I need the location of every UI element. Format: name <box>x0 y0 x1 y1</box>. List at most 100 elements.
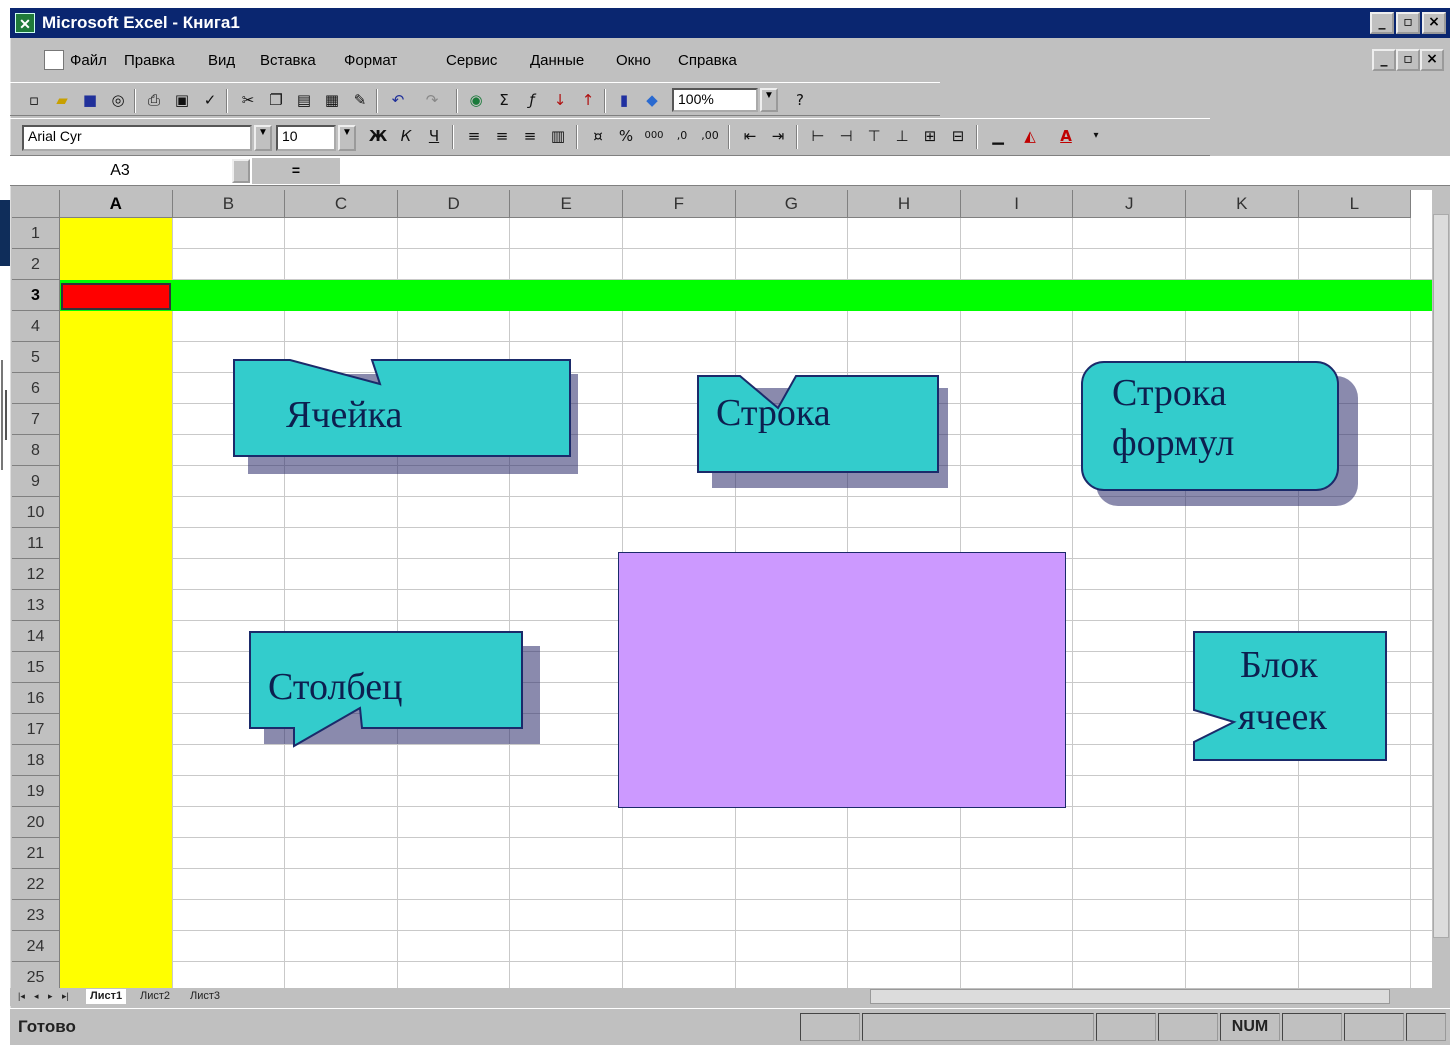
row-header-6[interactable]: 6 <box>12 373 60 404</box>
underline-icon[interactable]: Ч <box>424 126 444 146</box>
column-header-d[interactable]: D <box>397 190 511 218</box>
italic-icon[interactable]: К <box>396 126 416 146</box>
row-header-14[interactable]: 14 <box>12 621 60 652</box>
maximize-window-button[interactable]: ▫ <box>1396 12 1420 34</box>
close-document-button[interactable]: × <box>1420 49 1444 71</box>
chart-wizard-icon[interactable]: ▮ <box>614 90 634 110</box>
help-icon[interactable]: ? <box>790 90 810 110</box>
row-header-4[interactable]: 4 <box>12 311 60 342</box>
percent-icon[interactable]: % <box>616 126 636 146</box>
function-icon[interactable]: ƒ <box>522 90 542 110</box>
circle-invalid-icon[interactable]: ⊟ <box>948 126 968 146</box>
tab-scroll-first-icon[interactable]: |◂ <box>14 989 29 1004</box>
row-header-17[interactable]: 17 <box>12 714 60 745</box>
zoom-dropdown-arrow[interactable]: ▼ <box>760 88 778 112</box>
vertical-scroll-track[interactable] <box>1433 214 1449 938</box>
menu-data[interactable]: Данные <box>530 52 584 69</box>
autosum-icon[interactable]: Σ <box>494 90 514 110</box>
increase-indent-icon[interactable]: ⇥ <box>768 126 788 146</box>
row-header-12[interactable]: 12 <box>12 559 60 590</box>
print-preview-icon[interactable]: ▣ <box>172 90 192 110</box>
redo-icon[interactable]: ↷ <box>422 90 442 110</box>
row-header-2[interactable]: 2 <box>12 249 60 280</box>
tab-scroll-prev-icon[interactable]: ◂ <box>30 989 43 1004</box>
print-icon[interactable]: ⎙ <box>144 90 164 110</box>
align-center-icon[interactable]: ≡ <box>492 126 512 146</box>
trace-error-icon[interactable]: ⊥ <box>892 126 912 146</box>
column-header-c[interactable]: C <box>285 190 398 218</box>
share-icon[interactable]: ◎ <box>108 90 128 110</box>
save-icon[interactable]: ■ <box>80 90 100 110</box>
font-name-combo[interactable]: Arial Cyr <box>22 125 252 151</box>
font-name-dropdown-arrow[interactable]: ▼ <box>254 125 272 151</box>
sort-ascending-icon[interactable]: ↓ <box>550 90 570 110</box>
format-painter-icon[interactable]: ✎ <box>350 90 370 110</box>
decrease-decimal-icon[interactable]: ,00 <box>700 126 720 146</box>
row-header-5[interactable]: 5 <box>12 342 60 373</box>
column-header-h[interactable]: H <box>848 190 961 218</box>
remove-arrows-icon[interactable]: ⊤ <box>864 126 884 146</box>
row-header-11[interactable]: 11 <box>12 528 60 559</box>
column-header-b[interactable]: B <box>172 190 286 218</box>
row-header-23[interactable]: 23 <box>12 900 60 931</box>
row-header-22[interactable]: 22 <box>12 869 60 900</box>
excel-app-icon[interactable]: ✕ <box>15 13 35 33</box>
row-header-25[interactable]: 25 <box>12 962 60 990</box>
worksheet-grid[interactable]: ABCDEFGHIJKL 1 2 3 4 5 6 7 8 9 10 11 12 13 14 15 16 17 18… <box>12 190 1432 990</box>
menu-tools[interactable]: Сервис <box>446 52 497 69</box>
font-size-dropdown-arrow[interactable]: ▼ <box>338 125 356 151</box>
decrease-indent-icon[interactable]: ⇤ <box>740 126 760 146</box>
fill-color-icon[interactable]: ◭ <box>1020 126 1040 146</box>
paste-special-icon[interactable]: ▦ <box>322 90 342 110</box>
column-header-j[interactable]: J <box>1073 190 1186 218</box>
align-right-icon[interactable]: ≡ <box>520 126 540 146</box>
row-header-15[interactable]: 15 <box>12 652 60 683</box>
row-header-13[interactable]: 13 <box>12 590 60 621</box>
edit-formula-button[interactable]: = <box>252 158 340 184</box>
close-window-button[interactable]: × <box>1422 12 1446 34</box>
minimize-document-button[interactable]: _ <box>1372 49 1396 71</box>
vertical-scrollbar[interactable] <box>1432 190 1450 990</box>
menu-format[interactable]: Формат <box>344 52 397 69</box>
row-header-10[interactable]: 10 <box>12 497 60 528</box>
row-header-21[interactable]: 21 <box>12 838 60 869</box>
trace-dependents-icon[interactable]: ⊣ <box>836 126 856 146</box>
bold-icon[interactable]: Ж <box>368 126 388 146</box>
column-header-f[interactable]: F <box>623 190 736 218</box>
horizontal-scrollbar[interactable] <box>870 989 1390 1004</box>
menu-insert[interactable]: Вставка <box>260 52 316 69</box>
column-header-e[interactable]: E <box>510 190 623 218</box>
row-header-19[interactable]: 19 <box>12 776 60 807</box>
menu-file[interactable]: Файл <box>70 52 107 69</box>
trace-precedents-icon[interactable]: ⊢ <box>808 126 828 146</box>
paste-icon[interactable]: ▤ <box>294 90 314 110</box>
zoom-combo[interactable]: 100% <box>672 88 758 112</box>
minimize-window-button[interactable]: _ <box>1370 12 1394 34</box>
font-color-dropdown-icon[interactable]: ▾ <box>1086 126 1106 146</box>
menu-help[interactable]: Справка <box>678 52 737 69</box>
menu-window[interactable]: Окно <box>616 52 651 69</box>
borders-icon[interactable]: ▁ <box>988 126 1008 146</box>
sort-descending-icon[interactable]: ↑ <box>578 90 598 110</box>
copy-icon[interactable]: ❐ <box>266 90 286 110</box>
increase-decimal-icon[interactable]: ,0 <box>672 126 692 146</box>
new-comment-icon[interactable]: ⊞ <box>920 126 940 146</box>
spelling-icon[interactable]: ✓ <box>200 90 220 110</box>
row-header-9[interactable]: 9 <box>12 466 60 497</box>
cut-icon[interactable]: ✂ <box>238 90 258 110</box>
select-all-corner[interactable] <box>12 190 60 218</box>
row-header-8[interactable]: 8 <box>12 435 60 466</box>
row-header-24[interactable]: 24 <box>12 931 60 962</box>
document-icon[interactable] <box>44 50 64 70</box>
row-header-1[interactable]: 1 <box>12 218 60 249</box>
row-header-18[interactable]: 18 <box>12 745 60 776</box>
undo-icon[interactable]: ↶ <box>388 90 408 110</box>
column-header-l[interactable]: L <box>1298 190 1412 218</box>
column-header-i[interactable]: I <box>960 190 1074 218</box>
name-box-dropdown-arrow[interactable] <box>232 159 250 183</box>
column-header-g[interactable]: G <box>735 190 849 218</box>
new-icon[interactable]: ▫ <box>24 90 44 110</box>
name-box[interactable]: A3 <box>10 158 230 184</box>
open-icon[interactable]: ▰ <box>52 90 72 110</box>
merge-center-icon[interactable]: ▥ <box>548 126 568 146</box>
